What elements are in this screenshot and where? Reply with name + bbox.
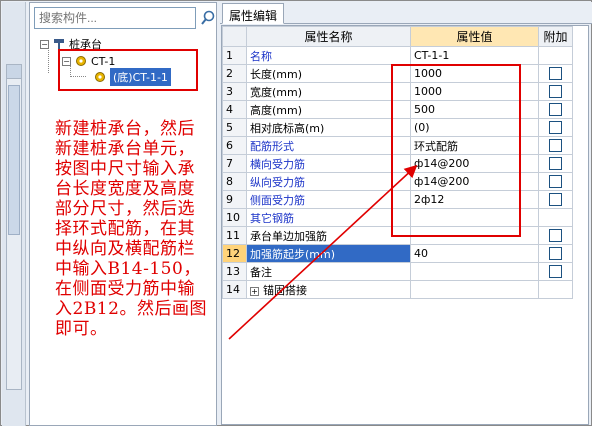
extra-cell	[538, 64, 573, 83]
left-scrollbar[interactable]	[6, 64, 22, 390]
annotation-line: 部分尺寸，然后选	[55, 199, 195, 219]
instruction-annotation: 新建桩承台，然后 新建桩承台单元， 按图中尺寸输入承 台长度宽度及高度 部分尺寸…	[55, 119, 235, 339]
search-input[interactable]	[34, 7, 196, 29]
row-number: 9	[222, 190, 247, 209]
extra-cell	[538, 100, 573, 119]
property-value[interactable]	[410, 262, 539, 281]
annotation-line: 中纵向及横配筋栏	[55, 239, 195, 259]
property-name[interactable]: 宽度(mm)	[246, 82, 411, 101]
property-name[interactable]: 其它钢筋	[246, 208, 411, 227]
extra-cell	[538, 136, 573, 155]
tab-bar: 属性编辑	[220, 2, 592, 24]
row-number: 4	[222, 100, 247, 119]
tab-property-edit[interactable]: 属性编辑	[222, 3, 285, 24]
row-number: 1	[222, 46, 247, 65]
app-window: − 桩承台 − CT-1	[0, 0, 592, 426]
row-number: 6	[222, 136, 247, 155]
annotation-line: 中输入B14-150，	[55, 259, 201, 279]
extra-cell	[538, 262, 573, 281]
table-row[interactable]: 13 备注	[222, 262, 573, 281]
extra-cell	[538, 46, 573, 65]
row-number: 13	[222, 262, 247, 281]
extra-checkbox[interactable]	[549, 229, 562, 243]
extra-checkbox[interactable]	[549, 157, 562, 171]
annotation-line: 在侧面受力筋中输	[55, 279, 195, 299]
extra-checkbox[interactable]	[549, 121, 562, 135]
property-name[interactable]: 备注	[246, 262, 411, 281]
row-number: 12	[222, 244, 247, 263]
annotation-line: 新建桩承台单元，	[55, 139, 195, 159]
property-name[interactable]: 配筋形式	[246, 136, 411, 155]
annotation-line: 即可。	[55, 319, 108, 339]
extra-cell	[538, 280, 573, 299]
annotation-line: 新建桩承台，然后	[55, 119, 195, 139]
property-name-label: 锚固搭接	[263, 283, 307, 297]
property-name[interactable]: 侧面受力筋	[246, 190, 411, 209]
extra-cell	[538, 154, 573, 173]
expand-plus-icon[interactable]: +	[250, 286, 259, 296]
highlight-box-values	[391, 64, 521, 237]
extra-checkbox[interactable]	[549, 67, 562, 81]
annotation-line: 按图中尺寸输入承	[55, 159, 195, 179]
table-row[interactable]: 1 名称 CT-1-1	[222, 46, 573, 65]
property-name[interactable]: 高度(mm)	[246, 100, 411, 119]
annotation-line: 台长度宽度及高度	[55, 179, 195, 199]
annotation-line: 入2B12。然后画图	[55, 299, 207, 319]
property-value[interactable]	[410, 280, 539, 299]
collapse-icon[interactable]: −	[40, 39, 49, 49]
header-extra[interactable]: 附加	[538, 26, 573, 47]
property-name[interactable]: 横向受力筋	[246, 154, 411, 173]
extra-cell	[538, 172, 573, 191]
header-rownum	[222, 26, 247, 47]
row-number: 11	[222, 226, 247, 245]
extra-checkbox[interactable]	[549, 175, 562, 189]
scrollbar-thumb[interactable]	[8, 85, 20, 235]
search-icon[interactable]	[200, 8, 216, 28]
property-name[interactable]: 长度(mm)	[246, 64, 411, 83]
row-number: 8	[222, 172, 247, 191]
extra-checkbox[interactable]	[549, 247, 562, 261]
row-number: 2	[222, 64, 247, 83]
row-number: 10	[222, 208, 247, 227]
highlight-box-tree	[58, 49, 198, 91]
extra-checkbox[interactable]	[549, 85, 562, 99]
table-row[interactable]: 14 + 锚固搭接	[222, 280, 573, 299]
header-property-name[interactable]: 属性名称	[246, 26, 411, 47]
annotation-line: 择环式配筋，在其	[55, 219, 195, 239]
extra-cell	[538, 118, 573, 137]
property-value[interactable]: CT-1-1	[410, 46, 539, 65]
table-row-selected[interactable]: 12 加强筋起步(mm) 40	[222, 244, 573, 263]
property-name[interactable]: 名称	[246, 46, 411, 65]
row-number: 7	[222, 154, 247, 173]
extra-cell	[538, 82, 573, 101]
property-name-expandable[interactable]: + 锚固搭接	[246, 280, 411, 299]
property-name[interactable]: 加强筋起步(mm)	[246, 244, 411, 263]
grid-header-row: 属性名称 属性值 附加	[222, 26, 573, 47]
property-name[interactable]: 承台单边加强筋	[246, 226, 411, 245]
left-toolbar-strip	[2, 2, 26, 426]
property-value[interactable]: 40	[410, 244, 539, 263]
row-number: 3	[222, 82, 247, 101]
extra-cell	[538, 208, 573, 227]
row-number: 5	[222, 118, 247, 137]
header-property-value[interactable]: 属性值	[410, 26, 539, 47]
extra-cell	[538, 226, 573, 245]
property-name[interactable]: 相对底标高(m)	[246, 118, 411, 137]
extra-checkbox[interactable]	[549, 265, 562, 279]
scroll-up-button[interactable]	[7, 65, 21, 79]
extra-checkbox[interactable]	[549, 193, 562, 207]
extra-checkbox[interactable]	[549, 103, 562, 117]
extra-checkbox[interactable]	[549, 139, 562, 153]
property-name[interactable]: 纵向受力筋	[246, 172, 411, 191]
row-number: 14	[222, 280, 247, 299]
extra-cell	[538, 244, 573, 263]
extra-cell	[538, 190, 573, 209]
